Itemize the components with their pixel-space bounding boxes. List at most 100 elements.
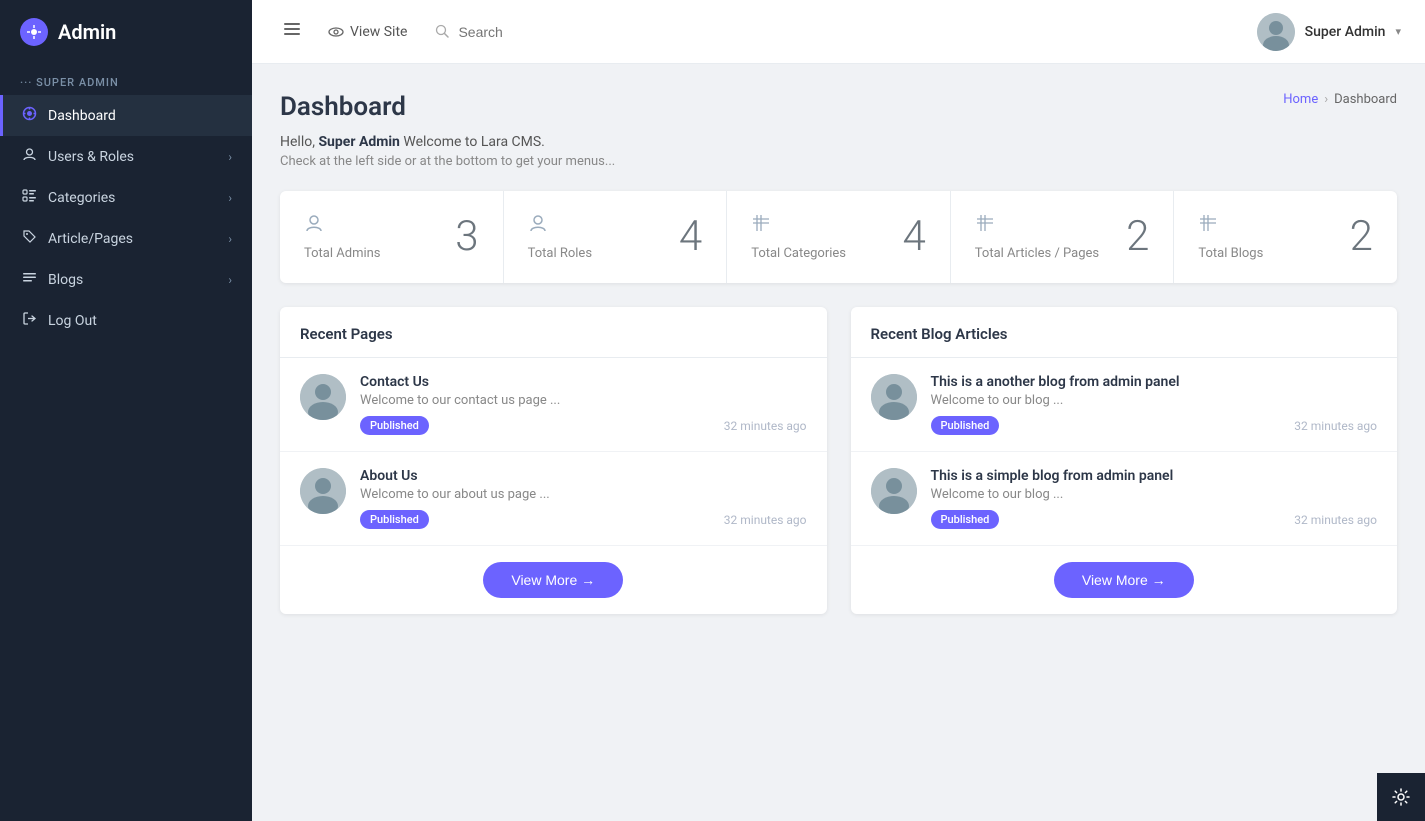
sidebar-logout-label: Log Out — [48, 313, 97, 329]
hamburger-button[interactable] — [276, 13, 308, 50]
breadcrumb-current: Dashboard — [1334, 92, 1397, 107]
content-area: Dashboard Home › Dashboard Hello, Super … — [252, 64, 1425, 821]
stat-card-admins: Total Admins 3 — [280, 191, 504, 283]
recent-page-time-0: 32 minutes ago — [724, 419, 807, 433]
recent-page-body-0: Contact Us Welcome to our contact us pag… — [360, 374, 807, 435]
stat-card-blogs: Total Blogs 2 — [1174, 191, 1397, 283]
recent-page-avatar-0 — [300, 374, 346, 420]
stat-admins-label: Total Admins — [304, 246, 381, 261]
sidebar-section-label: ··· SUPER ADMIN — [0, 64, 252, 95]
brand-icon — [20, 18, 48, 46]
recent-blog-body-0: This is a another blog from admin panel … — [931, 374, 1378, 435]
recent-blog-item-0: This is a another blog from admin panel … — [851, 358, 1398, 452]
stat-categories-icon — [751, 213, 846, 238]
page-header: Dashboard Home › Dashboard — [280, 92, 1397, 122]
sidebar-item-blogs[interactable]: Blogs › — [0, 259, 252, 300]
logout-icon — [20, 311, 38, 330]
recent-page-desc-0: Welcome to our contact us page ... — [360, 393, 807, 408]
brand-title: Admin — [58, 20, 116, 44]
recent-page-footer-0: Published 32 minutes ago — [360, 416, 807, 435]
recent-page-footer-1: Published 32 minutes ago — [360, 510, 807, 529]
blog-status-badge-0: Published — [931, 416, 1000, 435]
stat-blogs-left: Total Blogs — [1198, 213, 1263, 261]
welcome-name: Super Admin — [318, 134, 399, 150]
blogs-view-more-wrap: View More → — [851, 546, 1398, 614]
topbar-right: Super Admin ▾ — [1257, 13, 1401, 51]
sidebar: Admin ··· SUPER ADMIN Dashboard Users & … — [0, 0, 252, 821]
recent-blog-footer-0: Published 32 minutes ago — [931, 416, 1378, 435]
sidebar-blogs-label: Blogs — [48, 272, 83, 288]
stat-blogs-value: 2 — [1350, 216, 1373, 258]
status-badge-0: Published — [360, 416, 429, 435]
user-chevron-icon: ▾ — [1395, 25, 1401, 38]
blogs-icon — [20, 270, 38, 289]
recent-blog-avatar-0 — [871, 374, 917, 420]
breadcrumb-home[interactable]: Home — [1283, 92, 1318, 107]
recent-page-body-1: About Us Welcome to our about us page ..… — [360, 468, 807, 529]
search-icon — [435, 24, 450, 39]
chevron-right-icon-3: › — [228, 232, 232, 246]
gear-fab-button[interactable] — [1377, 773, 1425, 821]
search-bar[interactable] — [435, 24, 578, 40]
stat-articles-label: Total Articles / Pages — [975, 246, 1099, 261]
search-input[interactable] — [458, 24, 578, 40]
welcome-prefix: Hello, — [280, 134, 318, 150]
sidebar-item-users-roles[interactable]: Users & Roles › — [0, 136, 252, 177]
sidebar-item-dashboard[interactable]: Dashboard — [0, 95, 252, 136]
recent-blog-time-1: 32 minutes ago — [1294, 513, 1377, 527]
recent-blog-footer-1: Published 32 minutes ago — [931, 510, 1378, 529]
recent-row: Recent Pages Contact Us Welcome to our c… — [280, 307, 1397, 614]
user-icon — [20, 147, 38, 166]
welcome-sub: Check at the left side or at the bottom … — [280, 154, 1397, 169]
recent-blog-item-1: This is a simple blog from admin panel W… — [851, 452, 1398, 546]
stat-articles-left: Total Articles / Pages — [975, 213, 1099, 261]
stat-categories-value: 4 — [902, 216, 925, 258]
avatar — [1257, 13, 1295, 51]
sidebar-item-articles[interactable]: Article/Pages › — [0, 218, 252, 259]
recent-page-time-1: 32 minutes ago — [724, 513, 807, 527]
dashboard-icon — [20, 106, 38, 125]
recent-page-title-0: Contact Us — [360, 374, 807, 390]
recent-page-title-1: About Us — [360, 468, 807, 484]
recent-blog-title-0: This is a another blog from admin panel — [931, 374, 1378, 390]
stats-row: Total Admins 3 Total Roles 4 — [280, 191, 1397, 283]
welcome-suffix: Welcome to Lara CMS. — [400, 134, 545, 150]
stat-roles-left: Total Roles — [528, 213, 592, 261]
chevron-right-icon-4: › — [228, 273, 232, 287]
stat-categories-left: Total Categories — [751, 213, 846, 261]
stat-roles-icon — [528, 213, 592, 238]
stat-blogs-label: Total Blogs — [1198, 246, 1263, 261]
recent-blog-title-1: This is a simple blog from admin panel — [931, 468, 1378, 484]
blogs-view-more-button[interactable]: View More → — [1054, 562, 1194, 598]
gear-icon — [1391, 787, 1411, 807]
stat-card-articles: Total Articles / Pages 2 — [951, 191, 1175, 283]
pages-view-more-button[interactable]: View More → — [483, 562, 623, 598]
stat-blogs-icon — [1198, 213, 1263, 238]
stat-articles-value: 2 — [1126, 216, 1149, 258]
stat-admins-value: 3 — [455, 216, 478, 258]
sidebar-articles-label: Article/Pages — [48, 231, 133, 247]
sidebar-categories-label: Categories — [48, 190, 115, 206]
breadcrumb-separator: › — [1324, 92, 1328, 107]
chevron-right-icon-2: › — [228, 191, 232, 205]
recent-blogs-header: Recent Blog Articles — [851, 307, 1398, 358]
categories-icon — [20, 188, 38, 207]
breadcrumb: Home › Dashboard — [1283, 92, 1397, 107]
recent-blog-time-0: 32 minutes ago — [1294, 419, 1377, 433]
view-site-label: View Site — [350, 24, 407, 40]
view-site-link[interactable]: View Site — [328, 24, 407, 40]
stat-articles-icon — [975, 213, 1099, 238]
sidebar-item-logout[interactable]: Log Out — [0, 300, 252, 341]
page-title: Dashboard — [280, 92, 406, 122]
sidebar-dashboard-label: Dashboard — [48, 108, 116, 124]
pages-view-more-wrap: View More → — [280, 546, 827, 614]
recent-blog-avatar-1 — [871, 468, 917, 514]
sidebar-users-roles-label: Users & Roles — [48, 149, 134, 165]
tag-icon — [20, 229, 38, 248]
topbar: View Site Super Admin ▾ — [252, 0, 1425, 64]
status-badge-1: Published — [360, 510, 429, 529]
recent-pages-panel: Recent Pages Contact Us Welcome to our c… — [280, 307, 827, 614]
user-name-label[interactable]: Super Admin — [1305, 24, 1386, 40]
sidebar-item-categories[interactable]: Categories › — [0, 177, 252, 218]
recent-page-desc-1: Welcome to our about us page ... — [360, 487, 807, 502]
